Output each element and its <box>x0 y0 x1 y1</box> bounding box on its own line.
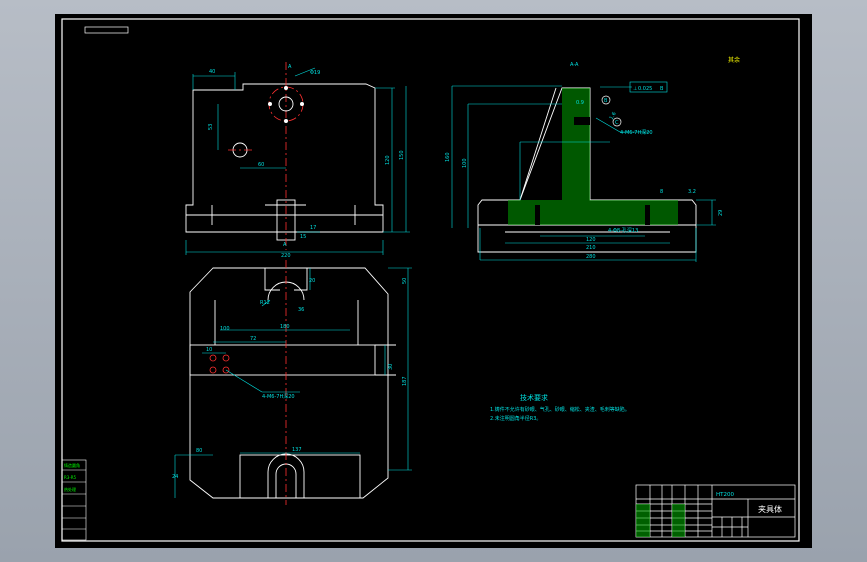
sec-dim-210: 210 <box>586 245 596 251</box>
tol-frame-symbol: ⊥ <box>633 86 637 92</box>
sec-dim-100: 100 <box>462 158 468 168</box>
sec-dim-280: 280 <box>586 254 596 260</box>
datum-c-label: C <box>615 120 619 126</box>
note-top-holes: 4-M6-7H深20 <box>262 393 295 400</box>
dim-dia19: Φ19 <box>310 70 320 76</box>
tech-line-1: 1.铸件不允许有砂眼、气孔、砂眼、缩松、夹渣、毛刺等缺陷。 <box>490 406 630 413</box>
dim-36: 36 <box>298 307 304 313</box>
dim-80: 80 <box>196 448 202 454</box>
dim-a-top: A <box>288 64 292 70</box>
dim-30: 30 <box>388 364 394 370</box>
dim-24: 24 <box>172 474 178 480</box>
material-label: HT200 <box>716 492 734 498</box>
tech-line-2: 2.未注明圆角半径R3。 <box>490 415 541 422</box>
dim-40: 40 <box>209 69 215 75</box>
tech-title: 技术要求 <box>520 393 548 402</box>
sec-note-holes2: 4-Φ8-孔深13 <box>608 227 638 234</box>
dim-a-bottom: A <box>283 242 287 248</box>
dim-180: 180 <box>280 324 290 330</box>
dim-137: 137 <box>292 447 302 453</box>
sec-dim-160: 160 <box>445 152 451 162</box>
dim-53: 53 <box>208 124 214 130</box>
datum-b-label: B <box>604 98 608 104</box>
left-block-text: 铸造圆角 R3-R5 热处理 <box>64 462 80 492</box>
roughness-note: 其余 <box>728 56 740 64</box>
dim-15: 15 <box>300 234 306 240</box>
dim-150: 150 <box>399 150 405 160</box>
dim-50: 50 <box>402 278 408 284</box>
title-block-text: HT200 夹具体 <box>716 492 782 514</box>
sec-dim-0.9: 0.9 <box>576 100 584 106</box>
annotation-layer: 40 Φ19 A 53 60 120 150 17 15 A 220 20 R1… <box>64 56 782 514</box>
dim-187: 187 <box>402 376 408 386</box>
technical-requirements: 技术要求 1.铸件不允许有砂眼、气孔、砂眼、缩松、夹渣、毛刺等缺陷。 2.未注明… <box>490 393 630 422</box>
left-block-cell-2: 热处理 <box>64 486 76 492</box>
dim-10: 10 <box>206 347 212 353</box>
part-name: 夹具体 <box>758 504 782 514</box>
dim-r12: R12 <box>260 300 270 306</box>
dim-100-left: 100 <box>220 326 230 332</box>
dim-220: 220 <box>281 253 291 259</box>
dim-17: 17 <box>310 225 316 231</box>
tol-frame-ref: B <box>660 86 664 92</box>
sec-dim-29: 29 <box>718 210 724 216</box>
left-block-cell-1: R3-R5 <box>64 475 77 480</box>
sec-note-holes1: 4-M6-7H深20 <box>620 129 653 136</box>
dim-72: 72 <box>250 336 256 342</box>
yellow-notes: 其余 <box>728 56 740 64</box>
tol-frame-value: 0.025 <box>638 86 652 92</box>
dim-60: 60 <box>258 162 264 168</box>
sec-dim-120: 120 <box>586 237 596 243</box>
sec-rough-3.2: 3.2 <box>688 189 696 195</box>
sec-dim-8: 8 <box>660 189 663 195</box>
dim-20: 20 <box>309 278 315 284</box>
section-label: A-A <box>570 62 579 68</box>
dimension-labels: 40 Φ19 A 53 60 120 150 17 15 A 220 20 R1… <box>172 62 724 480</box>
dim-120: 120 <box>385 155 391 165</box>
left-block-cell-0: 铸造圆角 <box>64 462 80 468</box>
